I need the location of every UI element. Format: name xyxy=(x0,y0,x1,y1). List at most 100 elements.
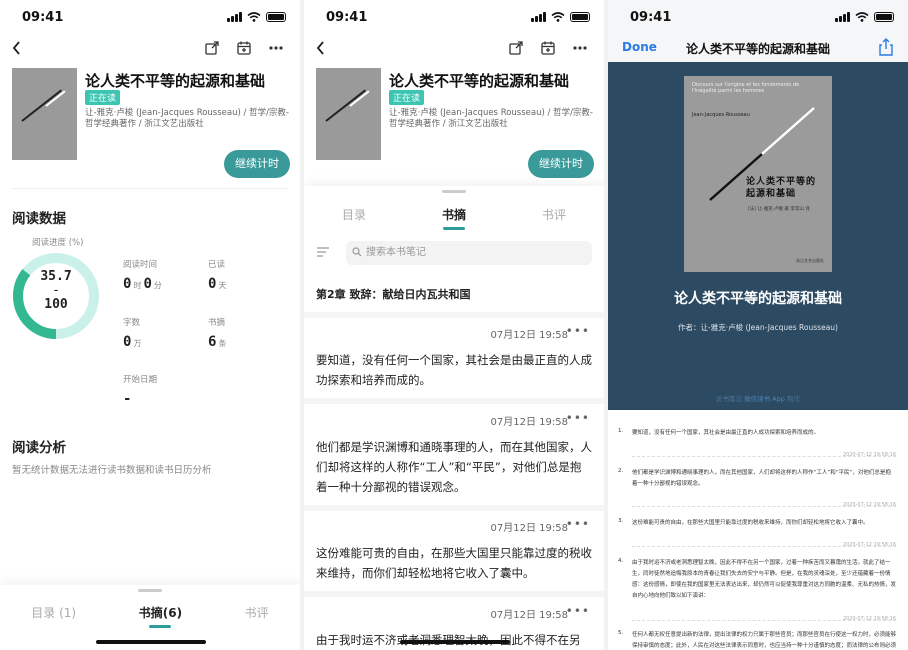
share-out-icon[interactable] xyxy=(508,40,524,56)
stat-label: 开始日期 xyxy=(123,375,158,385)
stat-value: 0 xyxy=(123,334,132,350)
preview-nav-bar: Done 论人类不平等的起源和基础 xyxy=(608,36,908,62)
stat-label: 字数 xyxy=(123,318,141,328)
export-note-num: 2. xyxy=(618,468,624,474)
back-chevron-icon[interactable] xyxy=(314,38,328,58)
tab-review[interactable]: 书评 xyxy=(245,604,269,621)
share-icon[interactable] xyxy=(878,38,894,56)
reading-status-badge: 正在读 xyxy=(389,90,425,105)
wifi-icon xyxy=(855,12,869,22)
continue-timing-button[interactable]: 继续计时 xyxy=(224,150,290,178)
export-separator xyxy=(632,546,896,547)
export-note: 3. 这份难能可贵的自由，在那些大国里只能靠过度的税收来维持，而你们却轻松地将它… xyxy=(618,518,896,554)
note-item[interactable]: 07月12日 19:58 ••• 要知道，没有任何一个国家，其社会是由最正直的人… xyxy=(304,324,604,396)
tab-excerpts[interactable]: 书摘 xyxy=(442,206,466,230)
wifi-icon xyxy=(247,12,261,22)
stat-label: 阅读时间 xyxy=(123,260,158,270)
note-more-icon[interactable]: ••• xyxy=(566,604,590,618)
more-options-icon[interactable] xyxy=(572,40,588,56)
back-chevron-icon[interactable] xyxy=(10,38,24,58)
share-out-icon[interactable] xyxy=(204,40,220,56)
progress-total: 100 xyxy=(44,297,68,312)
status-time: 09:41 xyxy=(22,10,64,25)
stat-value: 6 xyxy=(208,334,217,350)
export-note-text: 他们都是学识渊博和通晓事理的人，而在其他国家，人们却将这样的人称作“工人”和“平… xyxy=(632,470,891,487)
note-more-icon[interactable]: ••• xyxy=(566,411,590,425)
battery-icon xyxy=(570,12,590,22)
wifi-icon xyxy=(551,12,565,22)
progress-label: 阅读进度 (%) xyxy=(32,238,84,248)
cover-diagonal-line xyxy=(709,107,815,201)
stat-unit: 条 xyxy=(218,339,227,348)
export-note-text: 这份难能可贵的自由，在那些大国里只能靠过度的税收来维持，而你们却轻松地将它收入了… xyxy=(632,520,869,526)
export-preview-screen: 09:41 Done 论人类不平等的起源和基础 Discours sur l'o… xyxy=(608,0,908,650)
export-note-text: 任何人都无权任意提出新的法律，提出法律的权力只属于那些官员；而那些官员在行使这一… xyxy=(632,632,896,649)
book-cover[interactable] xyxy=(316,68,381,160)
tab-review[interactable]: 书评 xyxy=(542,206,566,223)
stat-value: 0 xyxy=(208,276,217,292)
reading-analysis-title: 阅读分析 xyxy=(12,440,66,456)
stat-excerpts: 书摘 6条 xyxy=(208,316,228,350)
export-note-num: 4. xyxy=(618,558,624,564)
notes-search-input[interactable]: 搜索本书笔记 xyxy=(346,241,592,265)
book-title: 论人类不平等的起源和基础 xyxy=(389,72,570,90)
bottom-sheet[interactable]: 目录 (1) 书摘(6) 书评 xyxy=(0,585,300,650)
stat-value: 0 xyxy=(143,276,152,292)
note-more-icon[interactable]: ••• xyxy=(566,517,590,531)
export-separator xyxy=(632,506,896,507)
tab-toc[interactable]: 目录 (1) xyxy=(31,604,76,621)
export-note: 5. 任何人都无权任意提出新的法律，提出法律的权力只属于那些官员；而那些官员在行… xyxy=(618,630,896,650)
tab-excerpts[interactable]: 书摘(6) xyxy=(139,604,182,628)
export-author: 作者：让-雅克·卢梭 (Jean-Jacques Rousseau) xyxy=(678,323,838,332)
cover-author-zh: [法] 让-雅克·卢梭 著 李常山 译 xyxy=(748,207,810,212)
export-separator xyxy=(632,620,896,621)
note-more-icon[interactable]: ••• xyxy=(566,324,590,338)
analysis-empty-text: 暂无统计数据无法进行读书数据和读书日历分析 xyxy=(12,465,212,476)
note-item[interactable]: 07月12日 19:58 ••• 这份难能可贵的自由，在那些大国里只能靠过度的税… xyxy=(304,517,604,589)
sheet-grabber[interactable] xyxy=(138,589,162,592)
progress-value: 35.7 xyxy=(40,269,72,284)
stat-unit: 天 xyxy=(218,281,227,290)
calendar-add-icon[interactable] xyxy=(236,40,252,56)
note-text: 他们都是学识渊博和通晓事理的人，而在其他国家，人们却将这样的人称作“工人”和“平… xyxy=(316,440,592,494)
search-placeholder: 搜索本书笔记 xyxy=(366,247,426,258)
cover-publisher: 浙江文艺出版社 xyxy=(796,258,824,263)
book-meta: 让-雅克·卢梭 (Jean-Jacques Rousseau) / 哲学/宗教-… xyxy=(85,108,290,129)
continue-timing-button[interactable]: 继续计时 xyxy=(528,150,594,178)
stat-unit: 分 xyxy=(153,281,162,290)
note-item[interactable]: 07月12日 19:58 ••• 他们都是学识渊博和通晓事理的人，而在其他国家，… xyxy=(304,411,604,503)
preview-title: 论人类不平等的起源和基础 xyxy=(685,42,830,56)
note-separator xyxy=(304,591,604,597)
progress-readout: 35.7 - 100 xyxy=(12,270,100,312)
note-timestamp: 07月12日 19:58 xyxy=(490,523,568,534)
export-note-date: 2020-07-12 19:58:16 xyxy=(842,452,896,458)
status-time: 09:41 xyxy=(630,10,672,25)
notes-tabs: 目录 书摘 书评 xyxy=(304,206,604,230)
note-timestamp: 07月12日 19:58 xyxy=(490,417,568,428)
home-indicator xyxy=(96,640,206,644)
made-prefix: 此书笔记 xyxy=(716,395,743,403)
cover-title: 论人类不平等的起源和基础 xyxy=(746,177,817,199)
note-timestamp: 07月12日 19:58 xyxy=(490,610,568,621)
book-meta: 让-雅克·卢梭 (Jean-Jacques Rousseau) / 哲学/宗教-… xyxy=(389,108,594,129)
export-note: 1. 要知道，没有任何一个国家，其社会是由最正直的人成功探索和培养而成的。 20… xyxy=(618,428,896,464)
stat-value: 0 xyxy=(123,276,132,292)
export-made-by: 此书笔记 微信读书 App 制作 xyxy=(608,393,908,403)
made-suffix: 制作 xyxy=(786,395,800,403)
note-text: 这份难能可贵的自由，在那些大国里只能靠过度的税收来维持，而你们却轻松地将它收入了… xyxy=(316,546,592,580)
calendar-add-icon[interactable] xyxy=(540,40,556,56)
export-book-title: 论人类不平等的起源和基础 xyxy=(674,291,842,307)
export-note: 4. 由于我时运不济或老洞悉理智太晚，因此不得不在另一个国家，过着一种疾苦而又暮… xyxy=(618,558,896,622)
battery-icon xyxy=(266,12,286,22)
stat-reading-time: 阅读时间 0时0分 xyxy=(123,258,164,292)
notes-screen: 09:41 论人类不平等的起源和基础 正在读 让-雅克·卢梭 (Jean-Jac… xyxy=(304,0,604,650)
book-cover[interactable] xyxy=(12,68,77,160)
sheet-grabber[interactable] xyxy=(442,190,466,193)
stat-label: 已读 xyxy=(208,260,226,270)
note-separator xyxy=(304,505,604,511)
more-options-icon[interactable] xyxy=(268,40,284,56)
chapter-heading: 第2章 致辞：献给日内瓦共和国 xyxy=(316,288,471,301)
tab-toc[interactable]: 目录 xyxy=(342,206,366,223)
sort-filter-icon[interactable] xyxy=(316,245,330,259)
cellular-signal-icon xyxy=(531,12,546,22)
